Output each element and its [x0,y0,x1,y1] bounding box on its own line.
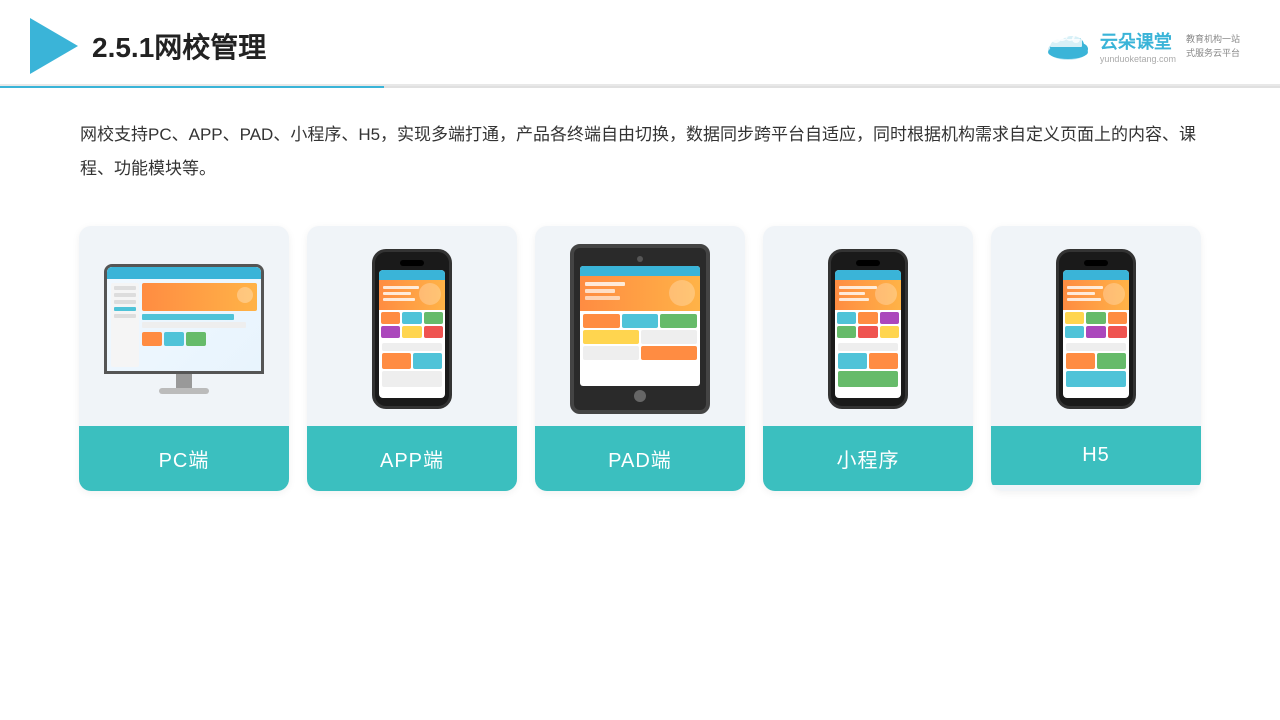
brand-logo: 云朵课堂 yunduoketang.com 教育机构一站 式服务云平台 [1042,28,1240,64]
card-pc-image [79,226,289,426]
card-miniprogram-image [763,226,973,426]
description-text: 网校支持PC、APP、PAD、小程序、H5，实现多端打通，产品各终端自由切换，数… [0,88,1280,206]
card-h5-label: H5 [991,426,1201,485]
header-right: 云朵课堂 yunduoketang.com 教育机构一站 式服务云平台 [1042,28,1240,64]
card-pc-label: PC端 [79,426,289,491]
card-miniprogram: 小程序 [763,226,973,491]
card-miniprogram-label: 小程序 [763,426,973,491]
card-pad-label: PAD端 [535,426,745,491]
card-pc: PC端 [79,226,289,491]
card-app: APP端 [307,226,517,491]
card-pad-image [535,226,745,426]
pc-monitor-icon [99,264,269,394]
cards-container: PC端 [0,216,1280,511]
card-h5: H5 [991,226,1201,491]
card-app-image [307,226,517,426]
tablet-mockup [570,244,710,414]
card-app-label: APP端 [307,426,517,491]
description-content: 网校支持PC、APP、PAD、小程序、H5，实现多端打通，产品各终端自由切换，数… [80,125,1196,178]
header: 2.5.1网校管理 云朵课堂 yunduoketang.com [0,0,1280,86]
brand-tagline: 教育机构一站 式服务云平台 [1186,32,1240,61]
cloud-icon [1042,28,1094,64]
header-left: 2.5.1网校管理 [30,18,266,74]
phone-mockup-mini [828,249,908,409]
page-title: 2.5.1网校管理 [92,26,266,66]
brand-url: yunduoketang.com [1100,54,1176,64]
logo-triangle-icon [30,18,78,74]
brand-name: 云朵课堂 [1100,28,1172,54]
phone-mockup-app [372,249,452,409]
brand-text: 云朵课堂 yunduoketang.com [1100,28,1176,64]
card-pad: PAD端 [535,226,745,491]
phone-mockup-h5 [1056,249,1136,409]
card-h5-image [991,226,1201,426]
